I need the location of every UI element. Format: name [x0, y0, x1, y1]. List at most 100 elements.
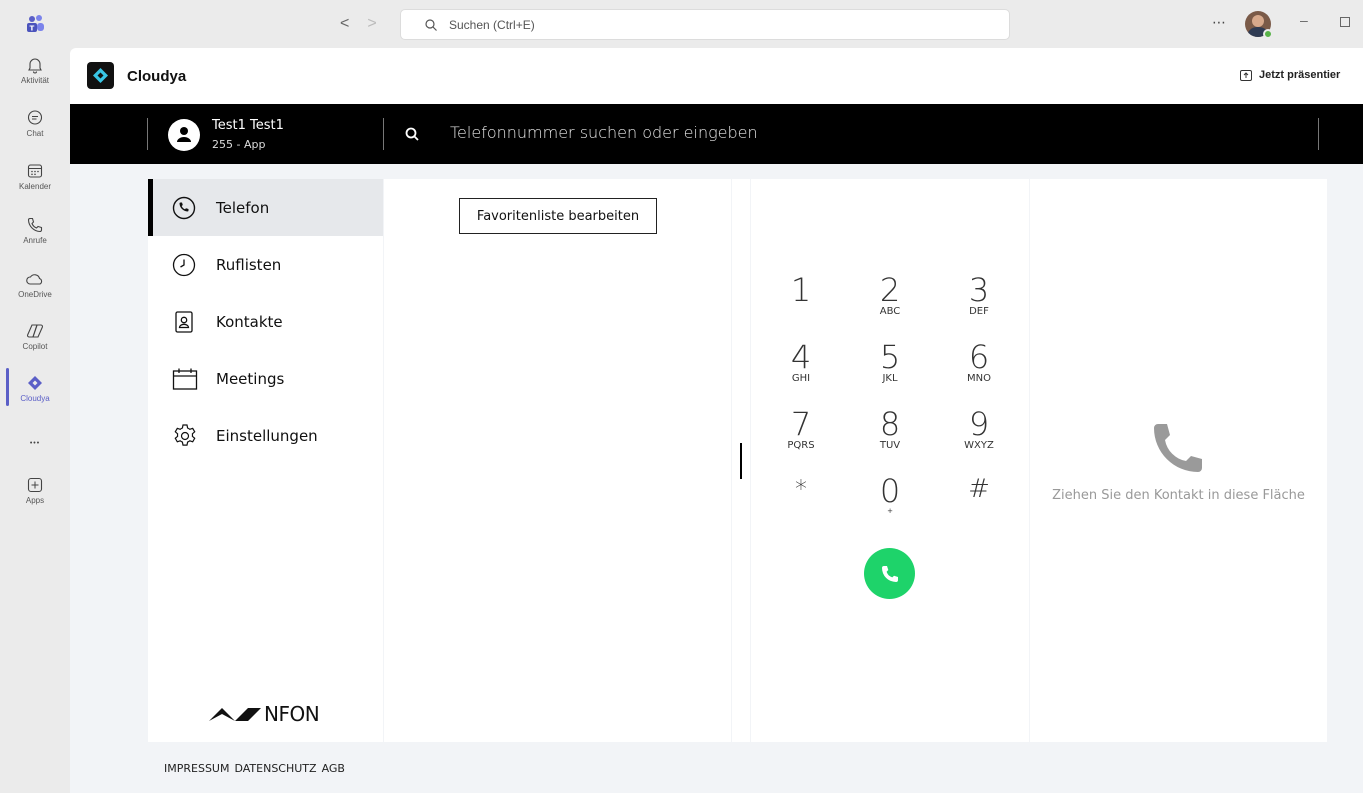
chat-icon: [27, 110, 43, 125]
key-digit: 5: [879, 338, 901, 376]
dial-key-6[interactable]: 6 MNO: [949, 341, 1009, 384]
key-digit: #: [968, 474, 990, 504]
phone-search-input[interactable]: Telefonnummer suchen oder eingeben: [450, 123, 758, 142]
nfon-logo: NFON: [208, 702, 320, 726]
app-rail: Aktivität Chat Kalender Anrufe OneDrive …: [0, 48, 70, 793]
impressum-link[interactable]: IMPRESSUM: [164, 762, 229, 775]
present-button[interactable]: Jetzt präsentier: [1240, 69, 1340, 81]
nav-item-kontakte[interactable]: Kontakte: [148, 293, 383, 350]
user-extension: 255 - App: [212, 138, 266, 151]
dial-key-1[interactable]: 1: [771, 274, 831, 306]
cloudya-icon: [28, 376, 42, 390]
key-digit: 3: [968, 271, 990, 309]
edit-favorites-button[interactable]: Favoritenliste bearbeiten: [459, 198, 657, 234]
more-options-button[interactable]: ⋯: [1212, 14, 1226, 31]
history-nav: <>: [340, 15, 395, 33]
rail-item-cloudya[interactable]: Cloudya: [0, 374, 70, 424]
footer-links: IMPRESSUM DATENSCHUTZ AGB: [164, 762, 350, 775]
nav-label: Telefon: [216, 198, 270, 217]
rail-label-calendar: Kalender: [18, 182, 52, 191]
key-letters: JKL: [882, 373, 898, 384]
key-digit: *: [795, 475, 807, 503]
maximize-button[interactable]: [1340, 17, 1350, 27]
rail-item-onedrive[interactable]: OneDrive: [0, 270, 70, 320]
key-letters: PQRS: [787, 440, 815, 451]
app-header: Cloudya Jetzt präsentier: [70, 48, 1363, 104]
dial-key-8[interactable]: 8 TUV: [860, 408, 920, 451]
nav-label: Einstellungen: [216, 426, 318, 445]
rail-label-cloudya: Cloudya: [20, 394, 50, 403]
dial-key-5[interactable]: 5 JKL: [860, 341, 920, 384]
dial-key-star[interactable]: *: [771, 473, 831, 505]
dial-key-hash[interactable]: #: [949, 473, 1009, 505]
key-digit: 2: [879, 271, 901, 309]
calendar-icon: [172, 368, 198, 390]
nav-item-ruflisten[interactable]: Ruflisten: [148, 236, 383, 293]
main-area: Telefon Ruflisten Kontakte Meetings Eins…: [70, 164, 1363, 793]
rail-item-more[interactable]: •••: [0, 432, 70, 482]
key-letters: GHI: [791, 373, 811, 384]
rail-label-chat: Chat: [26, 129, 44, 138]
rail-item-activity[interactable]: Aktivität: [0, 56, 70, 106]
user-avatar-icon[interactable]: [168, 119, 200, 151]
add-app-icon: [27, 477, 43, 493]
nav-label: Kontakte: [216, 312, 283, 331]
forward-button[interactable]: >: [367, 15, 394, 32]
rail-item-calendar[interactable]: Kalender: [0, 162, 70, 212]
rail-item-chat[interactable]: Chat: [0, 109, 70, 159]
key-digit: 6: [968, 338, 990, 376]
key-digit: 9: [968, 405, 990, 443]
key-letters: DEF: [969, 306, 989, 317]
phone-icon: [1154, 424, 1202, 472]
call-button[interactable]: [864, 548, 915, 599]
user-bar: Test1 Test1 255 - App Telefonnummer such…: [70, 104, 1363, 164]
teams-logo-icon[interactable]: T: [26, 14, 46, 34]
key-digit: 4: [790, 338, 812, 376]
dial-key-9[interactable]: 9 WXYZ: [949, 408, 1009, 451]
dial-key-0[interactable]: 0 +: [860, 475, 920, 515]
minimize-button[interactable]: –: [1300, 12, 1308, 28]
rail-label-activity: Aktivität: [20, 76, 49, 85]
rail-item-apps[interactable]: Apps: [0, 476, 70, 526]
key-letters: TUV: [879, 440, 901, 451]
key-digit: 7: [790, 405, 812, 443]
dial-key-7[interactable]: 7 PQRS: [771, 408, 831, 451]
search-icon: [405, 127, 419, 141]
rail-label-copilot: Copilot: [22, 342, 48, 351]
nav-panel: Telefon Ruflisten Kontakte Meetings Eins…: [148, 179, 383, 742]
nav-label: Ruflisten: [216, 255, 282, 274]
nav-item-einstellungen[interactable]: Einstellungen: [148, 407, 383, 464]
divider: [1318, 118, 1319, 150]
rail-item-calls[interactable]: Anrufe: [0, 216, 70, 266]
more-icon: •••: [29, 440, 41, 447]
dial-key-3[interactable]: 3 DEF: [949, 274, 1009, 317]
rail-item-copilot[interactable]: Copilot: [0, 322, 70, 372]
rail-label-calls: Anrufe: [23, 236, 47, 245]
nav-item-telefon[interactable]: Telefon: [148, 179, 383, 236]
key-digit: 1: [790, 271, 812, 309]
resize-handle[interactable]: [740, 443, 742, 479]
rail-label-apps: Apps: [25, 496, 45, 505]
nav-label: Meetings: [216, 369, 285, 388]
divider: [383, 118, 384, 150]
dial-key-4[interactable]: 4 GHI: [771, 341, 831, 384]
clock-icon: [172, 253, 196, 276]
back-button[interactable]: <: [340, 15, 367, 32]
dialpad-panel: 1 2 ABC 3 DEF 4 GHI 5 JKL 6 MNO 7 PQRS 8 TUV 9W…: [751, 179, 1029, 742]
dial-key-2[interactable]: 2 ABC: [860, 274, 920, 317]
nfon-brand-text: NFON: [264, 702, 320, 726]
global-search-input[interactable]: Suchen (Ctrl+E): [400, 9, 1010, 40]
datenschutz-link[interactable]: DATENSCHUTZ: [234, 762, 316, 775]
key-letters: ABC: [879, 306, 901, 317]
copilot-icon: [26, 324, 44, 338]
nav-item-meetings[interactable]: Meetings: [148, 350, 383, 407]
search-placeholder: Suchen (Ctrl+E): [449, 17, 535, 32]
phone-icon: [27, 217, 43, 233]
phone-icon: [881, 565, 898, 582]
key-letters: WXYZ: [964, 440, 994, 451]
favorites-panel: Favoritenliste bearbeiten: [384, 179, 731, 742]
drop-zone[interactable]: Ziehen Sie den Kontakt in diese Fläche: [1030, 179, 1327, 742]
nfon-logo-icon: [209, 708, 261, 721]
divider: [147, 118, 148, 150]
agb-link[interactable]: AGB: [322, 762, 345, 775]
